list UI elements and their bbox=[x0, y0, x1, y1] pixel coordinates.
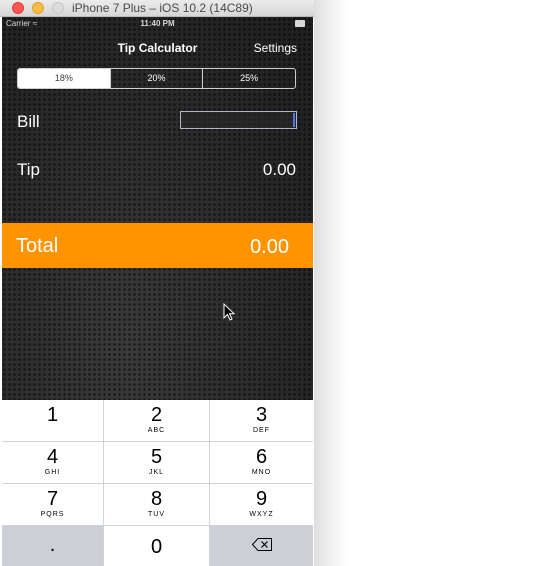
key-2[interactable]: 2 ABC bbox=[104, 400, 210, 442]
key-backspace[interactable] bbox=[210, 526, 313, 566]
key-6[interactable]: 6 MNO bbox=[210, 442, 313, 484]
navigation-bar: Tip Calculator Settings bbox=[2, 31, 313, 67]
key-digit: 9 bbox=[255, 488, 268, 510]
total-bar: Total 0.00 bbox=[2, 223, 313, 268]
backspace-icon bbox=[251, 538, 272, 551]
key-9[interactable]: 9 WXYZ bbox=[210, 484, 313, 526]
segment-18-percent[interactable]: 18% bbox=[18, 69, 110, 88]
minimize-window-button[interactable] bbox=[32, 2, 44, 14]
key-digit: 6 bbox=[255, 446, 268, 468]
bill-input[interactable] bbox=[180, 111, 297, 129]
numeric-keypad: 1 2 ABC 3 DEF 4 GHI 5 JKL 6 MNO 7 PQRS 8 bbox=[2, 400, 313, 566]
key-digit: 2 bbox=[150, 404, 163, 426]
text-caret bbox=[293, 113, 295, 127]
key-digit: 1 bbox=[46, 404, 59, 426]
key-letters: WXYZ bbox=[249, 511, 274, 518]
key-8[interactable]: 8 TUV bbox=[104, 484, 210, 526]
key-letters: MNO bbox=[251, 469, 272, 476]
key-letters: PQRS bbox=[40, 511, 65, 518]
key-digit: 7 bbox=[46, 488, 59, 510]
total-value: 0.00 bbox=[250, 236, 289, 258]
settings-button[interactable]: Settings bbox=[254, 41, 297, 55]
key-digit: 4 bbox=[46, 446, 59, 468]
key-7[interactable]: 7 PQRS bbox=[2, 484, 104, 526]
close-window-button[interactable] bbox=[12, 2, 24, 14]
key-letters: DEF bbox=[253, 427, 270, 434]
phone-screen: Carrier ≈ 11:40 PM Tip Calculator Settin… bbox=[2, 17, 313, 566]
key-letters: TUV bbox=[148, 511, 165, 518]
key-digit: . bbox=[49, 534, 56, 556]
key-digit: 5 bbox=[150, 446, 163, 468]
key-letters: GHI bbox=[44, 469, 61, 476]
status-time: 11:40 PM bbox=[140, 19, 175, 28]
mouse-pointer-icon bbox=[223, 303, 235, 321]
key-5[interactable]: 5 JKL bbox=[104, 442, 210, 484]
window-title: iPhone 7 Plus – iOS 10.2 (14C89) bbox=[72, 1, 253, 15]
total-label: Total bbox=[16, 235, 59, 257]
key-1[interactable]: 1 bbox=[2, 400, 104, 442]
battery-icon bbox=[295, 20, 305, 27]
key-digit: 8 bbox=[150, 488, 163, 510]
key-letters: ABC bbox=[147, 427, 166, 434]
key-3[interactable]: 3 DEF bbox=[210, 400, 313, 442]
status-bar: Carrier ≈ 11:40 PM bbox=[2, 17, 313, 31]
key-decimal[interactable]: . bbox=[2, 526, 104, 566]
key-digit: 0 bbox=[150, 536, 163, 558]
tip-percentage-control: 18% 20% 25% bbox=[17, 68, 296, 89]
simulator-window-shadow bbox=[314, 0, 348, 566]
segment-25-percent[interactable]: 25% bbox=[202, 69, 295, 88]
key-letters: JKL bbox=[148, 469, 165, 476]
tip-label: Tip bbox=[17, 160, 40, 179]
key-digit: 3 bbox=[255, 404, 268, 426]
zoom-window-button[interactable] bbox=[52, 2, 64, 14]
key-0[interactable]: 0 bbox=[104, 526, 210, 566]
segment-20-percent[interactable]: 20% bbox=[109, 69, 203, 88]
key-4[interactable]: 4 GHI bbox=[2, 442, 104, 484]
simulator-titlebar: iPhone 7 Plus – iOS 10.2 (14C89) bbox=[0, 0, 314, 17]
tip-value: 0.00 bbox=[262, 160, 296, 179]
bill-label: Bill bbox=[17, 112, 40, 131]
